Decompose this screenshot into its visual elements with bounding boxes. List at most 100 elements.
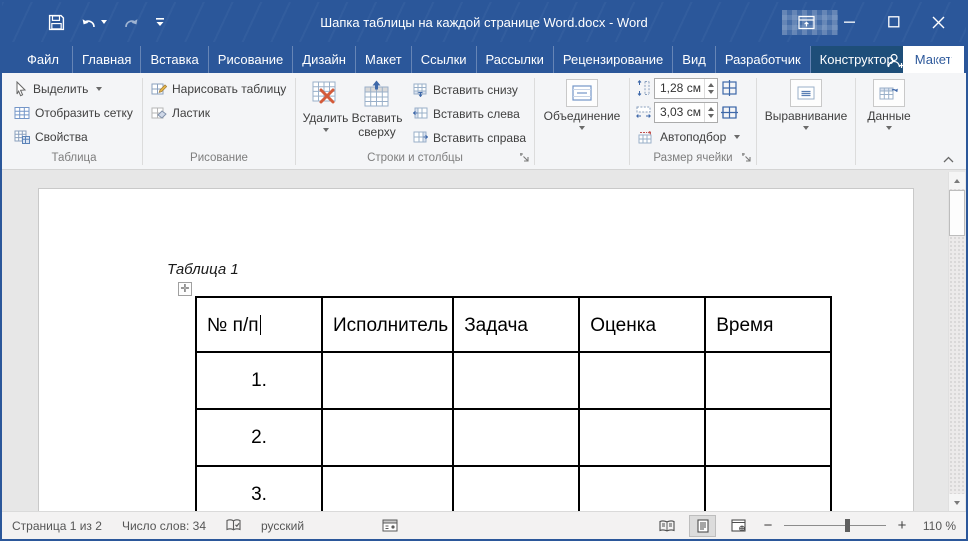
group-drawing: Нарисовать таблицу Ластик Рисование	[143, 76, 295, 169]
scroll-down-button[interactable]	[949, 494, 965, 511]
merge-dropdown-arrow[interactable]	[579, 126, 585, 130]
insert-right-button[interactable]: Вставить справа	[411, 126, 528, 150]
minimize-button[interactable]	[828, 2, 872, 42]
tab-design[interactable]: Дизайн	[293, 46, 356, 73]
cell[interactable]: 1.	[196, 352, 322, 409]
header-cell-task[interactable]: Задача	[453, 297, 579, 352]
insert-below-button[interactable]: Вставить снизу	[411, 78, 528, 102]
comments-icon[interactable]	[934, 54, 952, 69]
collapse-ribbon-button[interactable]	[943, 156, 954, 163]
row-height-spinner[interactable]	[704, 79, 717, 98]
tab-home[interactable]: Главная	[73, 46, 141, 73]
undo-dropdown-arrow[interactable]	[101, 20, 107, 24]
table-caption: Таблица 1	[167, 261, 239, 278]
zoom-slider-thumb[interactable]	[845, 519, 850, 532]
cell[interactable]	[453, 409, 579, 466]
status-bar: Страница 1 из 2 Число слов: 34 русский −…	[2, 511, 966, 539]
cell[interactable]	[453, 466, 579, 511]
zoom-in-button[interactable]: +	[895, 517, 909, 534]
table-row: 3.	[196, 466, 831, 511]
web-layout-button[interactable]	[725, 515, 752, 537]
distribute-columns-icon[interactable]	[721, 104, 738, 120]
row-height-field[interactable]: 1,28 см	[654, 78, 718, 99]
tab-insert[interactable]: Вставка	[141, 46, 208, 73]
zoom-out-button[interactable]: −	[761, 517, 775, 534]
cell[interactable]	[705, 409, 831, 466]
document-table[interactable]: № п/п Исполнитель Задача Оценка Время 1.…	[195, 296, 832, 511]
tab-view[interactable]: Вид	[673, 46, 716, 73]
draw-table-label: Нарисовать таблицу	[172, 82, 286, 96]
alignment-button[interactable]: Выравнивание	[763, 77, 849, 130]
customize-qat-button[interactable]	[155, 16, 165, 28]
cell[interactable]: 3.	[196, 466, 322, 511]
autofit-dropdown-arrow[interactable]	[734, 135, 740, 139]
cell[interactable]	[322, 466, 453, 511]
proofing-icon[interactable]	[226, 518, 241, 533]
column-width-field[interactable]: 3,03 см	[654, 102, 718, 123]
cell[interactable]	[579, 352, 705, 409]
save-icon[interactable]	[48, 14, 65, 31]
header-cell-grade[interactable]: Оценка	[579, 297, 705, 352]
rows-columns-dialog-launcher[interactable]	[519, 152, 530, 163]
view-gridlines-button[interactable]: Отобразить сетку	[12, 101, 136, 125]
tab-draw[interactable]: Рисование	[209, 46, 293, 73]
delete-button[interactable]: Удалить	[302, 77, 349, 132]
scroll-up-button[interactable]	[949, 172, 965, 189]
column-width-spinner[interactable]	[704, 103, 717, 122]
close-button[interactable]	[916, 2, 960, 42]
draw-table-button[interactable]: Нарисовать таблицу	[149, 77, 289, 101]
tab-developer[interactable]: Разработчик	[716, 46, 811, 73]
zoom-level[interactable]: 110 %	[918, 519, 956, 533]
header-cell-number[interactable]: № п/п	[196, 297, 322, 352]
eraser-button[interactable]: Ластик	[149, 101, 289, 125]
header-cell-time[interactable]: Время	[705, 297, 831, 352]
select-button[interactable]: Выделить	[12, 77, 136, 101]
data-button[interactable]: Данные	[862, 77, 916, 130]
tab-references[interactable]: Ссылки	[412, 46, 477, 73]
cell[interactable]: 2.	[196, 409, 322, 466]
print-layout-button[interactable]	[689, 515, 716, 537]
tab-file[interactable]: Файл	[14, 46, 73, 73]
cell[interactable]	[705, 466, 831, 511]
cell[interactable]	[322, 352, 453, 409]
page-indicator[interactable]: Страница 1 из 2	[12, 519, 102, 533]
insert-left-button[interactable]: Вставить слева	[411, 102, 528, 126]
ribbon-display-options-button[interactable]	[784, 2, 828, 42]
header-cell-executor[interactable]: Исполнитель	[322, 297, 453, 352]
alignment-dropdown-arrow[interactable]	[803, 126, 809, 130]
share-person-icon[interactable]	[887, 53, 906, 69]
distribute-rows-icon[interactable]	[721, 80, 738, 96]
undo-button[interactable]	[80, 15, 107, 30]
zoom-slider[interactable]	[784, 525, 886, 526]
cell-size-dialog-launcher[interactable]	[741, 152, 752, 163]
document-page[interactable]: Таблица 1 ✛ № п/п Исполнитель Задача Оце…	[38, 188, 914, 511]
cell[interactable]	[579, 466, 705, 511]
cell[interactable]	[322, 409, 453, 466]
scrollbar-thumb[interactable]	[949, 190, 965, 236]
select-dropdown-arrow[interactable]	[96, 87, 102, 91]
data-dropdown-arrow[interactable]	[886, 126, 892, 130]
column-width-icon	[636, 105, 651, 119]
insert-above-button[interactable]: Вставить сверху	[349, 77, 405, 139]
word-count[interactable]: Число слов: 34	[122, 519, 206, 533]
maximize-button[interactable]	[872, 2, 916, 42]
properties-button[interactable]: Свойства	[12, 125, 136, 149]
tab-mailings[interactable]: Рассылки	[477, 46, 554, 73]
vertical-scrollbar[interactable]	[948, 172, 965, 511]
alignment-label: Выравнивание	[765, 109, 848, 123]
cell[interactable]	[579, 409, 705, 466]
cell[interactable]	[453, 352, 579, 409]
language-indicator[interactable]: русский	[261, 519, 304, 533]
tab-review[interactable]: Рецензирование	[554, 46, 673, 73]
read-mode-button[interactable]	[653, 515, 680, 537]
insert-above-icon	[362, 80, 392, 108]
macro-record-icon[interactable]	[382, 519, 398, 532]
delete-dropdown-arrow[interactable]	[323, 128, 329, 132]
autofit-button[interactable]: Автоподбор	[636, 125, 750, 149]
tab-layout[interactable]: Макет	[356, 46, 412, 73]
tell-me-help[interactable]: Помощн	[964, 46, 968, 73]
redo-button-disabled	[122, 15, 140, 30]
merge-button[interactable]: Объединение	[541, 77, 623, 130]
cell[interactable]	[705, 352, 831, 409]
table-move-handle[interactable]: ✛	[178, 282, 192, 296]
